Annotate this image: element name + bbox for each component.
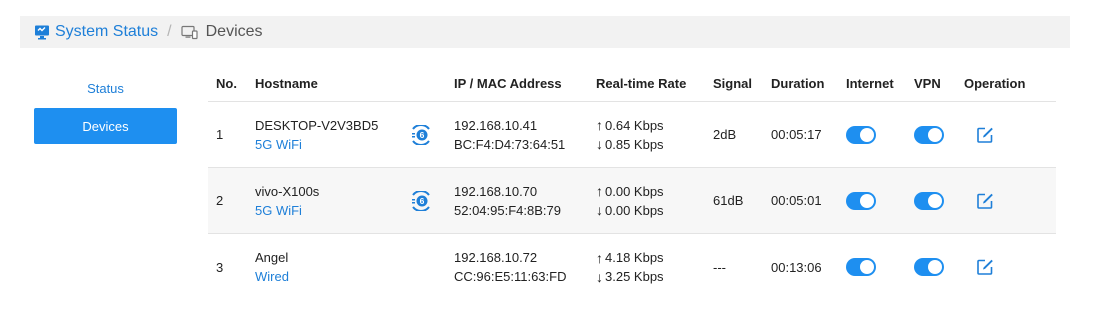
hostname: vivo-X100s: [255, 183, 320, 199]
operation-cell: [964, 102, 994, 167]
vpn-toggle-cell: [914, 234, 944, 300]
sidebar: Status Devices: [34, 70, 177, 144]
header-no: No.: [216, 76, 237, 91]
vpn-toggle-cell: [914, 102, 944, 167]
ip-address: 192.168.10.41: [454, 117, 538, 133]
table-row: 2 vivo-X100s 5G WiFi 6 192.168.10.70 52:…: [208, 168, 1056, 234]
vpn-toggle-cell: [914, 168, 944, 233]
arrow-down-icon: ↓: [596, 202, 603, 218]
duration: 00:05:01: [771, 193, 822, 208]
internet-toggle-cell: [846, 102, 876, 167]
upload-rate: 0.00 Kbps: [605, 183, 664, 199]
row-no: 3: [216, 259, 224, 275]
ip-mac-cell: 192.168.10.70 52:04:95:F4:8B:79: [454, 168, 561, 233]
hostname: DESKTOP-V2V3BD5: [255, 117, 379, 133]
upload-rate: 0.64 Kbps: [605, 117, 664, 133]
row-no: 1: [216, 127, 224, 142]
header-hostname: Hostname: [255, 76, 318, 91]
header-duration: Duration: [771, 76, 825, 91]
arrow-up-icon: ↑: [596, 117, 603, 133]
upload-rate: 4.18 Kbps: [605, 250, 664, 265]
download-rate: 3.25 Kbps: [605, 269, 664, 284]
rate-cell: ↑ 4.18 Kbps ↓ 3.25 Kbps: [596, 234, 664, 300]
svg-text:6: 6: [420, 130, 425, 140]
table-row: 1 DESKTOP-V2V3BD5 5G WiFi 6 192.168.10.4…: [208, 102, 1056, 168]
mac-address: 52:04:95:F4:8B:79: [454, 202, 561, 218]
breadcrumb-separator: /: [167, 23, 172, 40]
connection-type: Wired: [255, 269, 289, 284]
vpn-toggle[interactable]: [914, 258, 944, 276]
signal: 2dB: [713, 127, 737, 142]
operation-cell: [964, 168, 994, 233]
table-header: No. Hostname IP / MAC Address Real-time …: [208, 66, 1056, 102]
operation-cell: [964, 234, 994, 300]
internet-toggle[interactable]: [846, 258, 876, 276]
header-ip-mac: IP / MAC Address: [454, 76, 562, 91]
header-vpn: VPN: [914, 76, 941, 91]
rate-cell: ↑ 0.00 Kbps ↓ 0.00 Kbps: [596, 168, 664, 233]
monitor-status-icon: [34, 24, 50, 40]
edit-icon[interactable]: [976, 126, 994, 144]
duration: 00:05:17: [771, 127, 822, 142]
mac-address: CC:96:E5:11:63:FD: [454, 269, 567, 284]
header-operation: Operation: [964, 76, 1026, 91]
edit-icon[interactable]: [976, 192, 994, 210]
wifi-6-icon: 6: [411, 168, 431, 233]
hostname-cell: Angel Wired: [255, 234, 289, 300]
arrow-up-icon: ↑: [596, 249, 603, 266]
duration: 00:13:06: [771, 259, 822, 275]
vpn-toggle[interactable]: [914, 191, 944, 210]
header-rate: Real-time Rate: [596, 76, 687, 91]
rate-cell: ↑ 0.64 Kbps ↓ 0.85 Kbps: [596, 102, 664, 167]
internet-toggle-cell: [846, 168, 876, 233]
arrow-down-icon: ↓: [596, 268, 603, 285]
hostname: Angel: [255, 250, 289, 265]
row-no: 2: [216, 193, 224, 208]
sidebar-item-devices[interactable]: Devices: [34, 108, 177, 144]
download-rate: 0.00 Kbps: [605, 202, 664, 218]
breadcrumb-devices: Devices: [205, 23, 263, 40]
ip-mac-cell: 192.168.10.72 CC:96:E5:11:63:FD: [454, 234, 566, 300]
internet-toggle[interactable]: [846, 191, 876, 210]
connection-type: 5G WiFi: [255, 136, 302, 152]
header-signal: Signal: [713, 76, 753, 91]
breadcrumb-system-status[interactable]: System Status: [55, 23, 158, 41]
ip-address: 192.168.10.70: [454, 183, 538, 199]
internet-toggle[interactable]: [846, 125, 876, 144]
devices-table: No. Hostname IP / MAC Address Real-time …: [208, 66, 1056, 300]
edit-icon[interactable]: [976, 258, 994, 276]
svg-text:6: 6: [420, 196, 425, 206]
ip-mac-cell: 192.168.10.41 BC:F4:D4:73:64:51: [454, 102, 565, 167]
ip-address: 192.168.10.72: [454, 250, 538, 265]
connection-type: 5G WiFi: [255, 202, 302, 218]
header-internet: Internet: [846, 76, 894, 91]
table-row: 3 Angel Wired 192.168.10.72 CC:96:E5:11:…: [208, 234, 1056, 300]
breadcrumb: System Status / Devices: [20, 16, 1070, 48]
hostname-cell: DESKTOP-V2V3BD5 5G WiFi: [255, 102, 378, 167]
signal: 61dB: [713, 193, 744, 208]
sidebar-item-status[interactable]: Status: [34, 70, 177, 106]
arrow-up-icon: ↑: [596, 183, 603, 199]
mac-address: BC:F4:D4:73:64:51: [454, 136, 566, 152]
download-rate: 0.85 Kbps: [605, 136, 664, 152]
hostname-cell: vivo-X100s 5G WiFi: [255, 168, 319, 233]
wifi-6-icon: 6: [411, 102, 431, 167]
signal: ---: [713, 259, 726, 275]
arrow-down-icon: ↓: [596, 136, 603, 152]
devices-icon: [181, 25, 198, 40]
internet-toggle-cell: [846, 234, 876, 300]
vpn-toggle[interactable]: [914, 125, 944, 144]
